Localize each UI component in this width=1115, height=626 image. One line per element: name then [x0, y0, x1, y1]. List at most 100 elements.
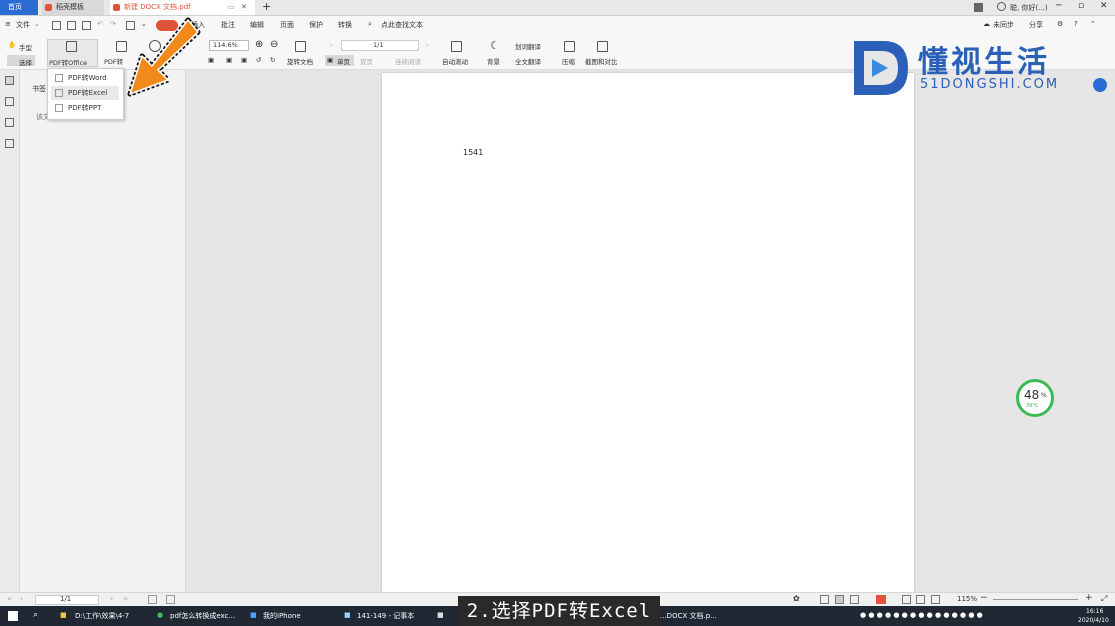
clock-date[interactable]: 2020/4/10 [1078, 617, 1109, 624]
zoom-out-icon[interactable]: ⊖ [270, 39, 278, 50]
prev-page-icon[interactable]: ‹ [330, 41, 333, 49]
fit-width-status-icon[interactable] [916, 595, 925, 604]
screenshot-compare-button[interactable]: 截图和对比 [585, 56, 618, 66]
zoom-in-status-icon[interactable]: + [1085, 593, 1093, 603]
gear-icon[interactable]: ⚙ [1057, 20, 1063, 28]
eye-care-icon[interactable]: ✿ [793, 594, 800, 603]
maximize-icon[interactable]: ▫ [1078, 1, 1084, 11]
menu-protect[interactable]: 保护 [309, 20, 323, 30]
actual-size-icon[interactable]: ▣ [241, 56, 247, 64]
background-button[interactable]: 背景 [487, 56, 500, 66]
restore-tab-icon[interactable]: ▭ [228, 0, 235, 15]
full-translate-button[interactable]: 全文翻译 [515, 56, 541, 66]
search-text-button[interactable]: 点此查找文本 [381, 20, 423, 30]
tray-icons[interactable]: ● ● ● ● ● ● ● ● ● ● ● ● ● ● ● [860, 611, 983, 619]
annotation-panel-icon[interactable] [5, 118, 14, 127]
prev-page-status-icon[interactable]: ‹ [20, 594, 23, 603]
rotate-document-button[interactable]: 旋转文档 [287, 56, 313, 66]
taskbar-notepad[interactable]: 141-149 - 记事本 [357, 611, 414, 621]
chevron-down-icon[interactable]: ⌄ [34, 20, 40, 28]
fullscreen-icon[interactable] [166, 595, 175, 604]
widget-percent: 48 [1024, 388, 1040, 402]
widget-unit: % [1041, 392, 1047, 399]
close-window-icon[interactable]: ✕ [1100, 1, 1108, 11]
user-greeting[interactable]: 聪, 你好(...) [1010, 3, 1048, 13]
sync-status[interactable]: 未同步 [993, 20, 1014, 30]
undo-icon[interactable]: ↶ [97, 20, 103, 28]
first-page-icon[interactable]: « [7, 594, 12, 603]
menu-edit[interactable]: 编辑 [250, 20, 264, 30]
close-tab-icon[interactable]: ✕ [241, 0, 247, 15]
double-page-button[interactable]: 双页 [360, 56, 373, 66]
taskbar-iphone[interactable]: 我的iPhone [263, 611, 301, 621]
menu-icon[interactable]: ≡ [5, 20, 11, 28]
fit-icon[interactable] [148, 595, 157, 604]
avatar[interactable] [997, 2, 1006, 11]
windows-start-icon[interactable] [8, 611, 18, 621]
sync-icon: ☁ [983, 20, 990, 28]
double-view-icon[interactable] [850, 595, 859, 604]
assistant-icon[interactable] [1093, 78, 1107, 92]
brand-watermark: 懂视生活 51DONGSHI.COM [850, 37, 1080, 101]
browser-icon: ● [157, 611, 164, 619]
next-page-icon[interactable]: › [426, 41, 429, 49]
menu-page[interactable]: 页面 [280, 20, 294, 30]
tab-home[interactable]: 首页 [0, 0, 38, 15]
taskbar-browser[interactable]: pdf怎么转换成exc... [170, 611, 235, 621]
menu-item-pdf-to-excel[interactable]: PDF转Excel [51, 86, 119, 100]
menu-file[interactable]: 文件 [16, 20, 30, 30]
zoom-out-status-icon[interactable]: − [980, 593, 988, 603]
next-page-status-icon[interactable]: › [110, 594, 113, 603]
rotate-left-icon[interactable]: ↺ [256, 56, 261, 64]
select-tool-label: 选择 [19, 59, 32, 67]
share-button[interactable]: 分享 [1029, 20, 1043, 30]
auto-scroll-button[interactable]: 自动滚动 [442, 56, 468, 66]
auto-scroll-icon [451, 41, 462, 52]
clock-time[interactable]: 16:16 [1086, 608, 1103, 615]
continuous-read-button[interactable]: 连续阅读 [395, 56, 421, 66]
fullscreen-status-icon[interactable]: ⤢ [1101, 594, 1107, 604]
layout-icon[interactable] [974, 3, 983, 12]
performance-widget[interactable]: 48 % 39°C [1016, 379, 1054, 417]
brand-domain: 51DONGSHI.COM [920, 77, 1060, 92]
bookmark-panel-icon[interactable] [5, 76, 14, 85]
hand-tool-button[interactable]: 手型 [19, 42, 32, 52]
rotate-right-icon[interactable]: ↻ [270, 56, 275, 64]
menu-convert[interactable]: 转换 [338, 20, 352, 30]
print-icon[interactable] [82, 21, 91, 30]
single-page-label: 单页 [337, 58, 350, 66]
help-icon[interactable]: ? [1074, 20, 1078, 28]
redo-icon[interactable]: ↷ [110, 20, 116, 28]
fit-page-status-icon[interactable] [902, 595, 911, 604]
excel-icon [55, 89, 63, 97]
view-mode-icon[interactable] [820, 595, 829, 604]
menu-item-pdf-to-ppt[interactable]: PDF转PPT [51, 101, 119, 115]
taskbar-wps[interactable]: ...DOCX 文档.p... [660, 611, 717, 621]
collapse-icon[interactable]: ⌃ [1090, 20, 1096, 28]
taskbar-explorer[interactable]: D:\工作\效果\4-7 [75, 611, 129, 621]
compress-button[interactable]: 压缩 [562, 56, 575, 66]
hand-icon: ✋ [8, 41, 17, 49]
document-page[interactable]: 1541 [382, 73, 914, 592]
open-icon[interactable] [52, 21, 61, 30]
tab-document[interactable]: 新建 DOCX 文档.pdf ▭ ✕ [110, 0, 255, 15]
zoom-slider[interactable] [993, 599, 1078, 600]
menu-annotate[interactable]: 批注 [221, 20, 235, 30]
minimize-icon[interactable]: ─ [1056, 1, 1061, 11]
word-translate-button[interactable]: 划词翻译 [515, 41, 541, 51]
fit-page-icon[interactable]: ▣ [226, 56, 232, 64]
save-icon[interactable] [67, 21, 76, 30]
new-tab-icon[interactable]: + [262, 0, 271, 14]
tab-templates[interactable]: 稻壳模板 [42, 0, 104, 15]
play-slideshow-icon[interactable] [876, 595, 886, 604]
last-page-icon[interactable]: » [123, 594, 128, 603]
fit-width-icon[interactable]: ▣ [208, 56, 214, 64]
status-zoom[interactable]: 115% [957, 595, 977, 603]
single-view-icon[interactable] [835, 595, 844, 604]
menu-item-pdf-to-word[interactable]: PDF转Word [51, 71, 119, 85]
attachment-panel-icon[interactable] [5, 139, 14, 148]
actual-size-status-icon[interactable] [931, 595, 940, 604]
search-taskbar-icon[interactable]: ⌕ [33, 610, 38, 620]
zoom-in-icon[interactable]: ⊕ [255, 39, 263, 50]
thumbnail-panel-icon[interactable] [5, 97, 14, 106]
